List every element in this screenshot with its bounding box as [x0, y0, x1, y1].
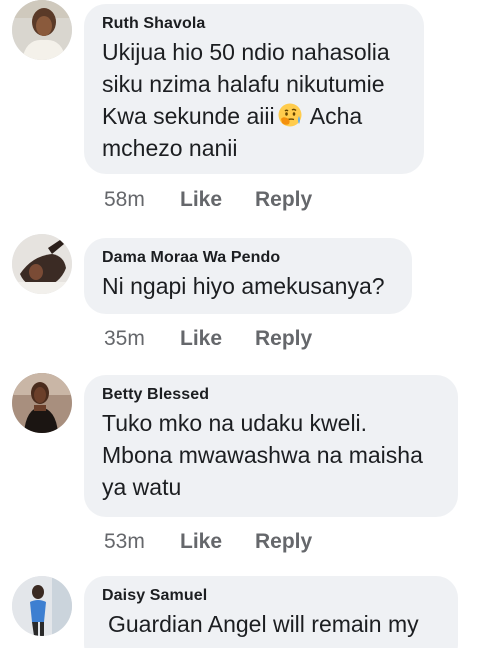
like-button[interactable]: Like: [180, 530, 255, 554]
avatar[interactable]: [12, 234, 72, 294]
avatar-image: [12, 373, 72, 433]
avatar[interactable]: [12, 0, 72, 60]
thinking-face-icon: [277, 102, 303, 128]
comment-author[interactable]: Daisy Samuel: [102, 586, 440, 606]
comment-author[interactable]: Ruth Shavola: [102, 14, 406, 34]
comment-text: Tuko mko na udaku kweli. Mbona mwawashwa…: [102, 410, 423, 500]
comment-text: Ni ngapi hiyo amekusanya?: [102, 273, 385, 299]
comment-author[interactable]: Betty Blessed: [102, 385, 440, 405]
avatar[interactable]: [12, 576, 72, 636]
like-button[interactable]: Like: [180, 327, 255, 351]
reply-button[interactable]: Reply: [255, 327, 312, 351]
reply-button[interactable]: Reply: [255, 530, 312, 554]
comment-bubble: Betty Blessed Tuko mko na udaku kweli. M…: [84, 375, 458, 517]
comment-actions: 35m Like Reply: [104, 324, 312, 354]
comment-actions: 53m Like Reply: [104, 527, 312, 557]
comment-bubble: Ruth Shavola Ukijua hio 50 ndio nahasoli…: [84, 4, 424, 174]
like-button[interactable]: Like: [180, 188, 255, 212]
comment-actions: 58m Like Reply: [104, 185, 312, 215]
comment-bubble: Dama Moraa Wa Pendo Ni ngapi hiyo amekus…: [84, 238, 412, 314]
avatar[interactable]: [12, 373, 72, 433]
avatar-image: [12, 0, 72, 60]
comment-text: Guardian Angel will remain my: [108, 611, 419, 637]
avatar-image: [12, 576, 72, 636]
avatar-image: [12, 234, 72, 294]
reply-button[interactable]: Reply: [255, 188, 312, 212]
comment-thread: Ruth Shavola Ukijua hio 50 ndio nahasoli…: [0, 0, 480, 648]
comment-author[interactable]: Dama Moraa Wa Pendo: [102, 248, 394, 268]
comment-bubble: Daisy Samuel Guardian Angel will remain …: [84, 576, 458, 648]
comment-text: Ukijua hio 50 ndio nahasolia siku nzima …: [102, 36, 406, 164]
comment-timestamp[interactable]: 35m: [104, 327, 180, 351]
comment-timestamp[interactable]: 58m: [104, 188, 180, 212]
comment-timestamp[interactable]: 53m: [104, 530, 180, 554]
